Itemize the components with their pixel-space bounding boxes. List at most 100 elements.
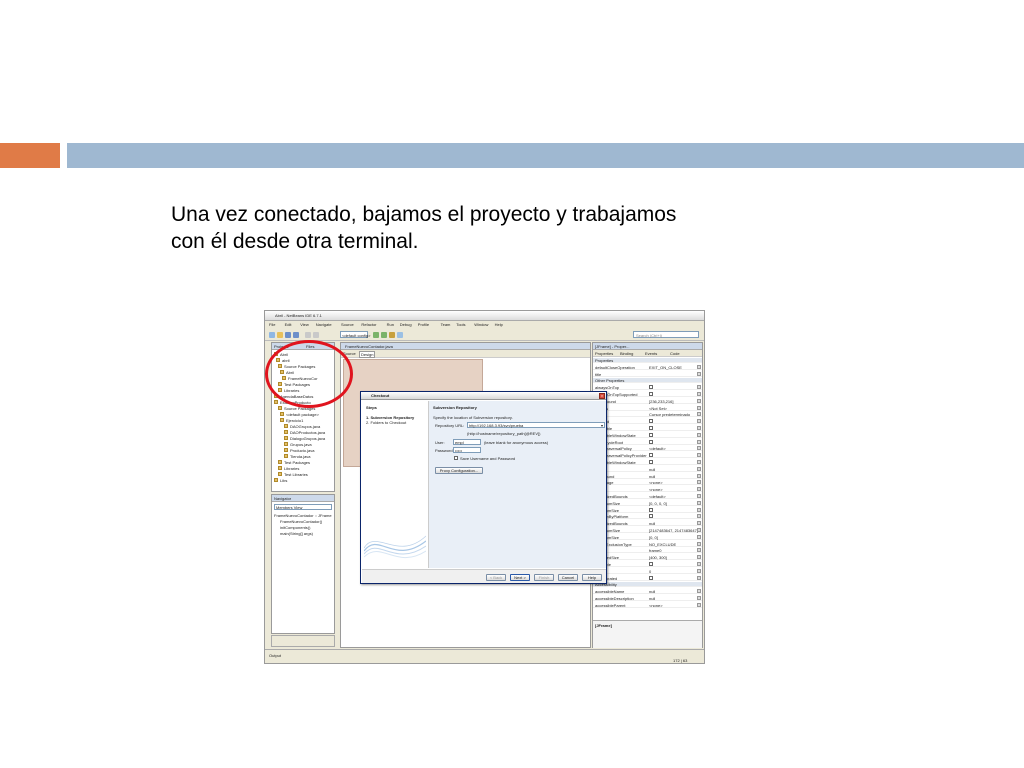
ellipsis-button[interactable] bbox=[697, 412, 701, 417]
ellipsis-button[interactable] bbox=[697, 480, 701, 485]
menu-tools[interactable]: Tools bbox=[456, 322, 465, 327]
ellipsis-button[interactable] bbox=[697, 541, 701, 546]
debug-icon[interactable] bbox=[389, 332, 395, 338]
property-section[interactable]: Properties bbox=[593, 358, 702, 363]
navigator-item[interactable]: FrameNuevoContador() bbox=[280, 519, 322, 524]
property-row[interactable]: focusable bbox=[593, 426, 702, 431]
property-row[interactable]: alwaysOnTop bbox=[593, 385, 702, 391]
build-icon[interactable] bbox=[373, 332, 379, 338]
ellipsis-button[interactable] bbox=[697, 555, 701, 560]
property-row[interactable]: minimumSize [0, 0] bbox=[593, 534, 702, 540]
property-checkbox[interactable] bbox=[649, 460, 653, 464]
ellipsis-button[interactable] bbox=[697, 562, 701, 566]
property-row[interactable]: locationByPlatform bbox=[593, 514, 702, 520]
user-field[interactable]: empl bbox=[453, 439, 481, 445]
property-value[interactable]: frame0 bbox=[649, 548, 661, 553]
ellipsis-button[interactable] bbox=[697, 596, 701, 600]
property-row[interactable]: focusableWindowState bbox=[593, 432, 702, 438]
property-value[interactable]: Cursor predeterminado bbox=[649, 412, 690, 417]
property-checkbox[interactable] bbox=[649, 439, 653, 444]
ellipsis-button[interactable] bbox=[697, 439, 701, 444]
property-row[interactable]: resizable bbox=[593, 562, 702, 567]
property-value[interactable]: [400, 300] bbox=[649, 555, 667, 560]
property-row[interactable]: accessibleParent <none> bbox=[593, 602, 702, 608]
property-checkbox[interactable] bbox=[649, 432, 653, 437]
property-value[interactable]: [0, 0, 0, 0] bbox=[649, 501, 667, 506]
property-row[interactable]: maximumSize [2147483647, 2147483647] bbox=[593, 528, 702, 533]
close-icon[interactable]: × bbox=[599, 393, 605, 399]
menu-run[interactable]: Run bbox=[387, 322, 394, 327]
property-value[interactable]: <none> bbox=[649, 480, 663, 485]
property-row[interactable]: defaultCloseOperation EXIT_ON_CLOSE bbox=[593, 364, 702, 370]
property-section[interactable]: Accessibility bbox=[593, 582, 702, 588]
menu-source[interactable]: Source bbox=[341, 322, 354, 327]
navigator-item[interactable]: initComponents() bbox=[280, 525, 310, 530]
run-icon[interactable] bbox=[381, 332, 387, 338]
tab-code[interactable]: Code bbox=[670, 351, 680, 356]
property-checkbox[interactable] bbox=[649, 426, 653, 430]
ellipsis-button[interactable] bbox=[697, 494, 701, 498]
property-row[interactable]: focusCycleRoot bbox=[593, 439, 702, 445]
ellipsis-button[interactable] bbox=[697, 432, 701, 437]
property-value[interactable]: <default> bbox=[649, 446, 666, 451]
property-value[interactable]: NO_EXCLUDE bbox=[649, 542, 676, 547]
ellipsis-button[interactable] bbox=[697, 460, 701, 464]
navigator-item[interactable]: FrameNuevoContador :: JFrame bbox=[274, 513, 332, 518]
property-checkbox[interactable] bbox=[649, 507, 653, 512]
property-value[interactable]: [0, 0] bbox=[649, 535, 658, 540]
property-row[interactable]: maximizedBounds null bbox=[593, 521, 702, 527]
search-input[interactable]: Search (Ctrl+I) bbox=[633, 331, 699, 338]
back-button[interactable]: < Back bbox=[486, 574, 506, 581]
tab-properties[interactable]: Properties bbox=[595, 351, 613, 356]
property-section[interactable]: Other Properties bbox=[593, 378, 702, 384]
menu-team[interactable]: Team bbox=[441, 322, 451, 327]
ellipsis-button[interactable] bbox=[697, 385, 701, 390]
property-value[interactable]: null bbox=[649, 596, 655, 601]
output-tab[interactable]: Output bbox=[269, 653, 281, 658]
property-row[interactable]: maximizedBounds <default> bbox=[593, 494, 702, 499]
ellipsis-button[interactable] bbox=[697, 589, 701, 594]
property-checkbox[interactable] bbox=[649, 453, 653, 458]
ellipsis-button[interactable] bbox=[697, 371, 701, 376]
ellipsis-button[interactable] bbox=[697, 446, 701, 451]
password-field[interactable]: ••••• bbox=[453, 447, 481, 453]
tab-binding[interactable]: Binding bbox=[620, 351, 633, 356]
proxy-configuration-button[interactable]: Proxy Configuration... bbox=[435, 467, 483, 474]
menu-profile[interactable]: Profile bbox=[418, 322, 429, 327]
property-value[interactable]: <none> bbox=[649, 603, 663, 608]
property-row[interactable]: minimumSize bbox=[593, 507, 702, 513]
ellipsis-button[interactable] bbox=[697, 392, 701, 396]
property-row[interactable]: iconImage<none> bbox=[593, 480, 702, 486]
property-value[interactable]: <Not Set> bbox=[649, 406, 667, 411]
ellipsis-button[interactable] bbox=[697, 521, 701, 526]
property-value[interactable]: <default> bbox=[649, 494, 666, 499]
property-checkbox[interactable] bbox=[649, 385, 653, 390]
property-value[interactable]: [236,233,216] bbox=[649, 399, 673, 404]
property-row[interactable]: background[236,233,216] bbox=[593, 398, 702, 404]
ellipsis-button[interactable] bbox=[697, 426, 701, 430]
profile-icon[interactable] bbox=[397, 332, 403, 338]
ellipsis-button[interactable] bbox=[697, 534, 701, 539]
property-row[interactable]: modalExclusionType NO_EXCLUDE bbox=[593, 541, 702, 547]
property-row[interactable]: focusTraversalPolicyProvider bbox=[593, 453, 702, 459]
navigator-item[interactable]: main(String[] args) bbox=[280, 531, 313, 536]
property-checkbox[interactable] bbox=[649, 419, 653, 424]
ellipsis-button[interactable] bbox=[697, 466, 701, 471]
property-row[interactable]: maximumSize [0, 0, 0, 0] bbox=[593, 500, 702, 506]
property-row[interactable]: accessibleName null bbox=[593, 589, 702, 595]
cancel-button[interactable]: Cancel bbox=[558, 574, 578, 581]
property-row[interactable]: locale<none> bbox=[593, 487, 702, 493]
save-credentials-checkbox[interactable] bbox=[454, 456, 458, 460]
property-row[interactable]: focusableWindowState bbox=[593, 460, 702, 465]
property-checkbox[interactable] bbox=[649, 562, 653, 566]
ellipsis-button[interactable] bbox=[697, 405, 701, 410]
chevron-down-icon[interactable]: ▾ bbox=[601, 423, 603, 428]
ellipsis-button[interactable] bbox=[697, 548, 701, 553]
menu-edit[interactable]: Edit bbox=[285, 322, 292, 327]
tab-design[interactable]: Design bbox=[359, 351, 376, 358]
property-row[interactable]: nameframe0 bbox=[593, 548, 702, 554]
ellipsis-button[interactable] bbox=[697, 528, 701, 532]
menu-refactor[interactable]: Refactor bbox=[361, 322, 376, 327]
config-combo[interactable]: <default config> bbox=[340, 331, 370, 338]
repository-url-field[interactable]: http://192.168.3.93/svn/prueba ▾ bbox=[467, 422, 605, 428]
